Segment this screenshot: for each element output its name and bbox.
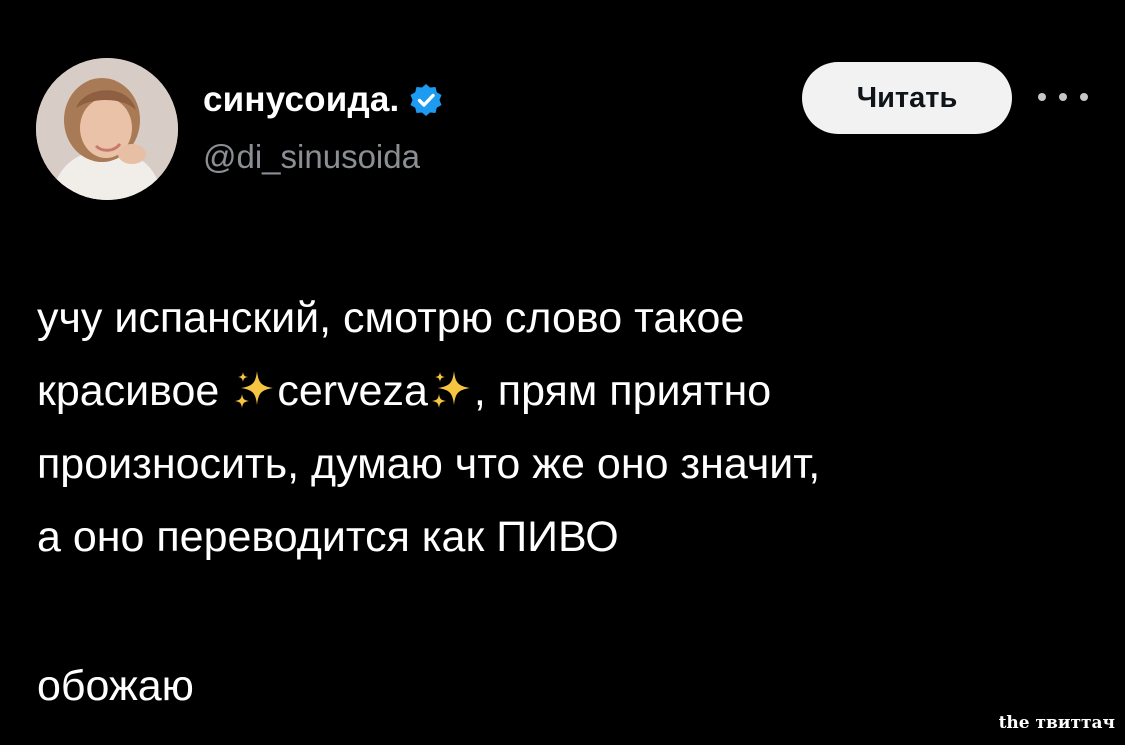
avatar-photo [36,58,178,200]
sparkles-icon [231,367,277,413]
more-dot [1080,93,1088,101]
tweet-line: произносить, думаю что же оно значит, [37,440,821,488]
tweet-text-segment: красивое [37,367,232,415]
sparkles-icon [428,367,474,413]
tweet-line: а оно переводится как ПИВО [37,513,619,561]
author-display-name[interactable]: синусоида. [203,80,399,120]
more-options-icon[interactable] [1038,84,1088,110]
author-name-row: синусоида. [203,78,443,122]
tweet-line: красивое cerveza , прям приятно [37,355,1097,428]
more-dot [1059,93,1067,101]
follow-button[interactable]: Читать [802,62,1012,134]
author-handle[interactable]: @di_sinusoida [203,138,420,176]
more-dot [1038,93,1046,101]
tweet-line: учу испанский, смотрю слово такое [37,294,745,342]
tweet-text-segment: cerveza [277,367,428,415]
tweet-line: обожаю [37,662,194,710]
watermark: the твиттач [998,713,1115,733]
verified-badge-icon [409,83,443,117]
tweet-text-segment: , прям приятно [473,367,772,415]
tweet-text: учу испанский, смотрю слово такое красив… [37,282,1097,574]
avatar[interactable] [36,58,178,200]
